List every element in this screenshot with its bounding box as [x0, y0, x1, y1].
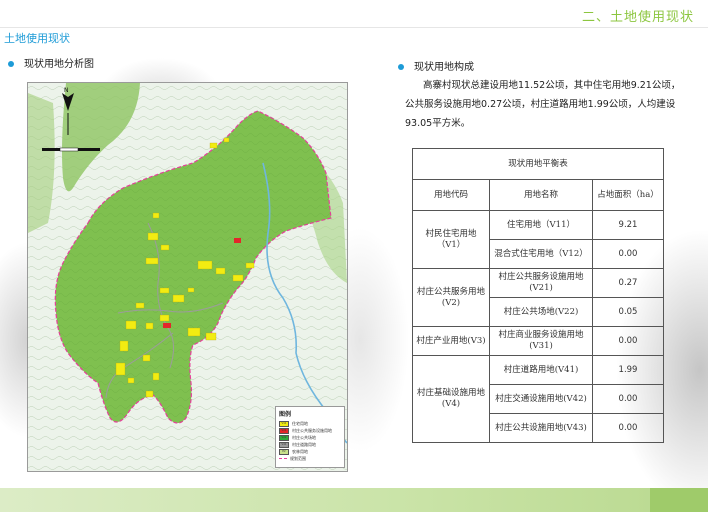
residential-parcel	[187, 327, 201, 337]
residential-parcel	[135, 302, 145, 309]
land-area-cell: 9.21	[592, 210, 664, 240]
residential-parcel	[115, 362, 126, 376]
legend-swatch: V11	[279, 420, 289, 427]
scale-bar	[42, 147, 100, 152]
residential-parcel	[215, 267, 226, 275]
legend-label: 村庄道路用地	[292, 441, 316, 447]
svg-text:N: N	[64, 87, 69, 94]
residential-parcel	[187, 287, 195, 293]
table-title: 现状用地平衡表	[412, 148, 664, 180]
residential-parcel	[145, 390, 154, 398]
public-service-parcel	[163, 323, 171, 328]
table-row: 村庄产业用地(V3) 村庄商业服务设施用地(V31) 0.00	[412, 326, 664, 356]
land-area-cell: 0.00	[592, 239, 664, 269]
composition-subtitle: 现状用地构成	[398, 58, 474, 73]
land-name-cell: 住宅用地（V11）	[489, 210, 593, 240]
land-name-cell: 村庄商业服务设施用地(V31)	[489, 326, 593, 356]
public-service-parcel	[234, 238, 241, 243]
land-name-cell: 村庄道路用地(V41)	[489, 355, 593, 385]
legend-title: 图例	[279, 411, 292, 418]
land-name-cell: 村庄公共设施用地(V43)	[489, 413, 593, 443]
land-code-cell: 村庄基础设施用地(V4)	[412, 355, 490, 443]
legend-label: 村庄公共场地	[292, 434, 316, 440]
residential-parcel	[125, 320, 137, 330]
legend-swatch: V22	[279, 434, 289, 441]
map-subtitle-text: 现状用地分析图	[24, 59, 94, 70]
residential-parcel	[197, 260, 213, 270]
table-row: 村庄公共服务用地(V2) 村庄公共服务设施用地(V21) 0.27	[412, 268, 664, 327]
page-title: 二、土地使用现状	[581, 10, 694, 25]
table-body: 现状用地平衡表 用地代码 用地名称 占地面积（ha） 村民住宅用地（V1） 住宅用…	[412, 148, 664, 443]
legend-item: V21 村庄公共服务设施用地	[279, 427, 344, 434]
section-title: 土地使用现状	[4, 32, 70, 45]
legend-label: 规划范围	[290, 455, 306, 461]
legend-swatch	[279, 458, 287, 459]
residential-parcel	[142, 354, 151, 362]
map-subtitle: 现状用地分析图	[8, 55, 94, 70]
residential-parcel	[223, 137, 230, 143]
residential-parcel	[145, 257, 159, 265]
header-divider	[0, 27, 708, 28]
land-name-cell: 村庄公共场地(V22)	[489, 297, 593, 327]
map-legend: 图例 V11 住宅用地 V21 村庄公共服务设施用地 V22 村庄公共场地 V41 村庄道路用…	[275, 406, 345, 468]
header-area: 占地面积（ha）	[592, 179, 664, 211]
legend-label: 农林用地	[292, 448, 308, 454]
legend-swatch: V41	[279, 441, 289, 448]
residential-parcel	[152, 372, 160, 381]
residential-parcel	[127, 377, 135, 384]
header-name: 用地名称	[489, 179, 593, 211]
residential-parcel	[159, 287, 170, 294]
residential-parcel	[145, 322, 154, 330]
footer-band	[0, 488, 708, 512]
land-code-cell: 村庄公共服务用地(V2)	[412, 268, 490, 327]
legend-items: V11 住宅用地 V21 村庄公共服务设施用地 V22 村庄公共场地 V41 村庄道路用地 E2…	[276, 420, 344, 462]
residential-parcel	[119, 340, 129, 352]
legend-label: 村庄公共服务设施用地	[292, 427, 332, 433]
footer-accent	[650, 488, 708, 512]
residential-parcel	[160, 244, 170, 251]
legend-item: V41 村庄道路用地	[279, 441, 344, 448]
legend-item: E2 农林用地	[279, 448, 344, 455]
bullet-icon	[8, 61, 14, 67]
residential-parcel	[245, 262, 255, 269]
header-code: 用地代码	[412, 179, 490, 211]
table-title-row: 现状用地平衡表	[412, 148, 664, 180]
composition-subtitle-text: 现状用地构成	[414, 62, 474, 73]
land-area-cell: 1.99	[592, 355, 664, 385]
legend-item: V22 村庄公共场地	[279, 434, 344, 441]
legend-item: 规划范围	[279, 455, 344, 462]
residential-parcel	[209, 142, 218, 149]
land-name-cell: 村庄交通设施用地(V42)	[489, 384, 593, 414]
table-row: 村庄基础设施用地(V4) 村庄道路用地(V41) 1.99	[412, 355, 664, 443]
legend-label: 住宅用地	[292, 420, 308, 426]
land-area-cell: 0.00	[592, 326, 664, 356]
bullet-icon	[398, 64, 404, 70]
residential-parcel	[205, 332, 217, 341]
land-name-cell: 混合式住宅用地（V12）	[489, 239, 593, 269]
land-name-cell: 村庄公共服务设施用地(V21)	[489, 268, 593, 298]
residential-parcel	[159, 314, 170, 322]
land-area-cell: 0.00	[592, 413, 664, 443]
legend-swatch: V21	[279, 427, 289, 434]
legend-swatch: E2	[279, 448, 289, 455]
composition-description: 高寨村现状总建设用地11.52公顷，其中住宅用地9.21公顷，公共服务设施用地0…	[405, 80, 681, 129]
table-row: 村民住宅用地（V1） 住宅用地（V11） 9.21	[412, 210, 664, 269]
residential-parcel	[172, 294, 185, 303]
residential-parcel	[232, 274, 244, 282]
residential-parcel	[147, 232, 159, 241]
residential-parcel	[152, 212, 160, 219]
land-code-cell: 村庄产业用地(V3)	[412, 326, 490, 356]
land-balance-table: 现状用地平衡表 用地代码 用地名称 占地面积（ha） 村民住宅用地（V1） 住宅用…	[412, 148, 664, 443]
land-area-cell: 0.27	[592, 268, 664, 298]
land-code-cell: 村民住宅用地（V1）	[412, 210, 490, 269]
table-header-row: 用地代码 用地名称 占地面积（ha）	[412, 179, 664, 211]
legend-item: V11 住宅用地	[279, 420, 344, 427]
land-area-cell: 0.05	[592, 297, 664, 327]
land-area-cell: 0.00	[592, 384, 664, 414]
